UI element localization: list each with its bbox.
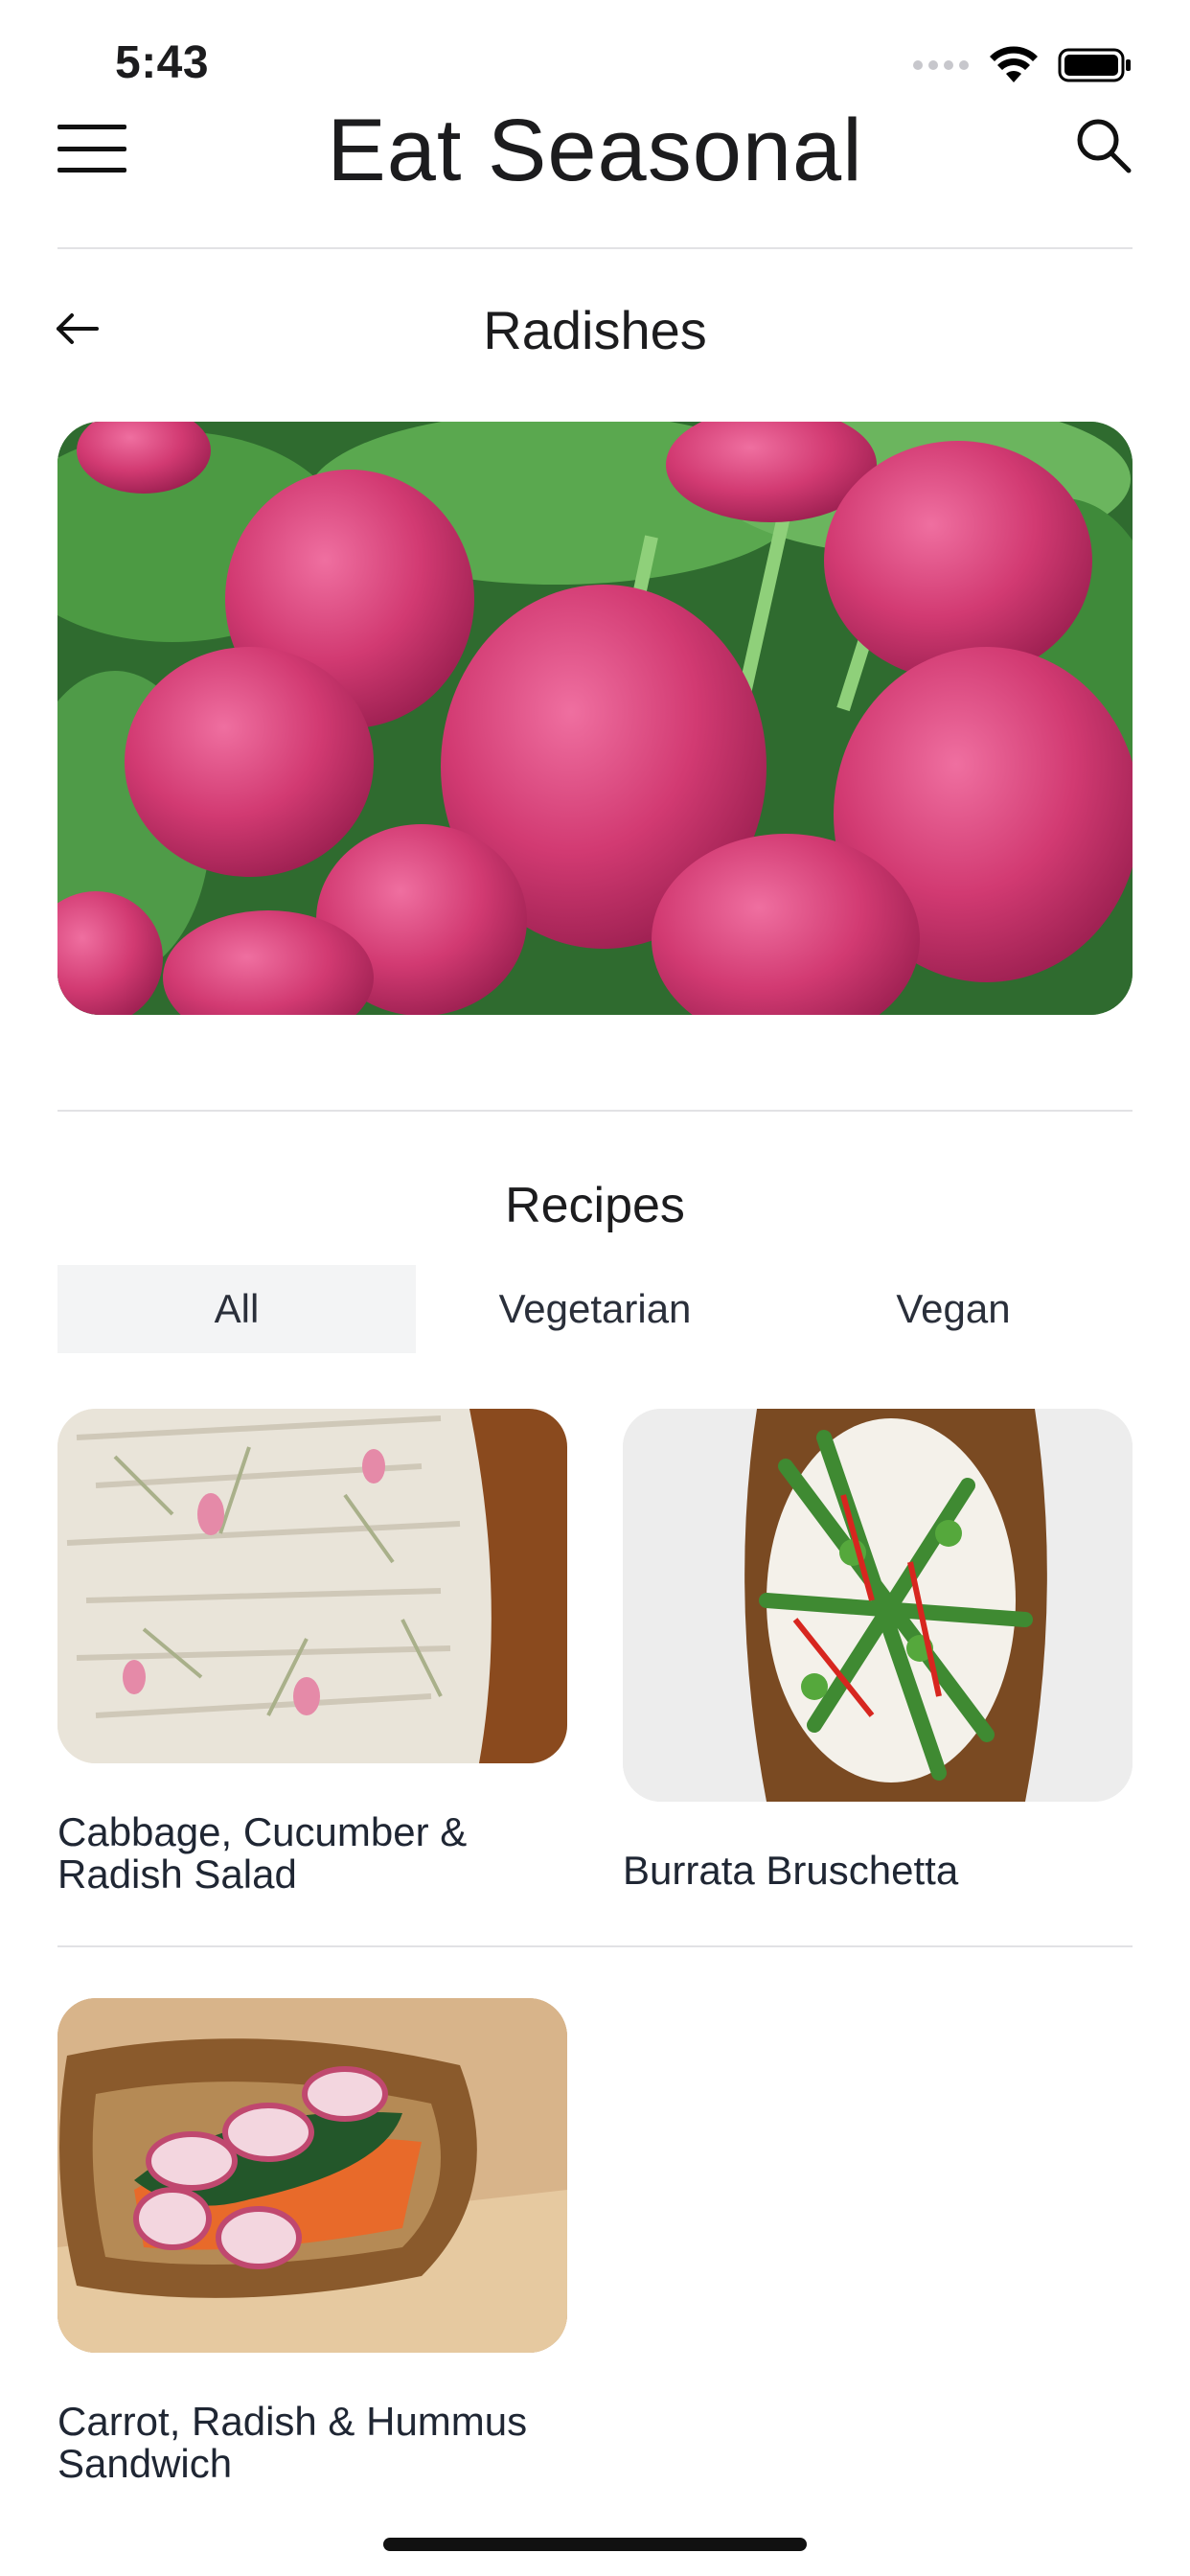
- recipe-card-carrot-radish-sandwich[interactable]: Carrot, Radish & Hummus Sandwich: [57, 1998, 567, 2485]
- recipe-title-line2: Sandwich: [57, 2441, 233, 2486]
- recipe-card-cabbage-salad[interactable]: Cabbage, Cucumber & Radish Salad: [57, 1409, 567, 1896]
- recipe-title-line1: Burrata Bruschetta: [623, 1848, 959, 1893]
- recipe-image: [57, 1409, 567, 1763]
- home-indicator: [383, 2538, 807, 2551]
- status-icons: [912, 46, 1133, 84]
- tab-all[interactable]: All: [57, 1265, 416, 1353]
- app-header: Eat Seasonal: [0, 91, 1190, 206]
- signal-icon: [913, 60, 969, 70]
- recipe-filter-tabs: All Vegetarian Vegan: [57, 1265, 1133, 1353]
- page-title: Radishes: [483, 300, 707, 360]
- recipe-title-line2: Radish Salad: [57, 1852, 297, 1897]
- tab-vegan[interactable]: Vegan: [774, 1265, 1133, 1353]
- tab-vegetarian[interactable]: Vegetarian: [416, 1265, 774, 1353]
- header-divider: [57, 247, 1133, 249]
- wifi-icon: [990, 46, 1038, 82]
- search-icon[interactable]: [1073, 115, 1133, 174]
- recipe-image: [57, 1998, 567, 2353]
- radishes-hero-image: [57, 422, 1133, 1015]
- row-divider: [57, 1945, 1133, 1947]
- recipe-image: [623, 1409, 1133, 1802]
- recipe-title-line1: Cabbage, Cucumber &: [57, 1809, 468, 1854]
- status-time: 5:43: [115, 37, 210, 88]
- recipes-section-title: Recipes: [505, 1178, 685, 1233]
- section-divider: [57, 1110, 1133, 1112]
- recipe-title-line1: Carrot, Radish & Hummus: [57, 2399, 528, 2444]
- battery-icon: [1058, 48, 1131, 82]
- recipe-card-burrata-bruschetta[interactable]: Burrata Bruschetta: [623, 1409, 1133, 1892]
- app-title: Eat Seasonal: [327, 102, 863, 199]
